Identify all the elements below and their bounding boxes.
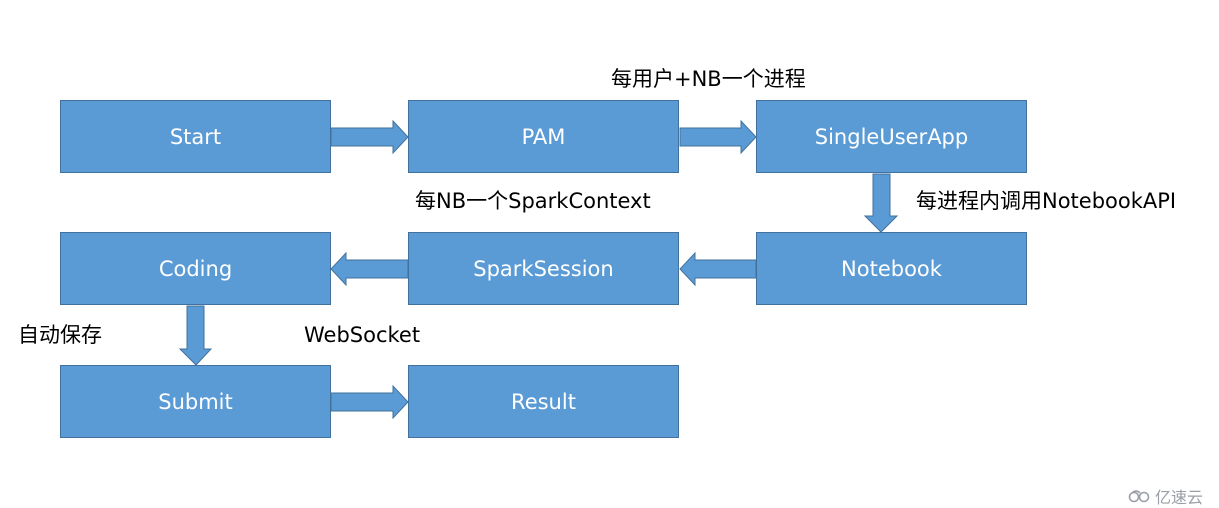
node-single-user-app-label: SingleUserApp [814,124,969,149]
edge-label-websocket: WebSocket [304,323,421,347]
node-single-user-app: SingleUserApp [756,100,1027,173]
node-spark-session: SparkSession [408,232,679,305]
edge-label-per-nb-spark-context: 每NB一个SparkContext [415,189,651,213]
watermark: 亿速云 [1128,484,1203,508]
node-submit-label: Submit [158,389,233,414]
node-start-label: Start [169,124,222,149]
arrow-singleuserapp-to-notebook [863,173,899,233]
node-submit: Submit [60,365,331,438]
arrow-start-to-pam [330,119,409,155]
node-pam-label: PAM [521,124,566,149]
edge-label-per-user-nb-process: 每用户+NB一个进程 [611,67,806,91]
edge-label-auto-save: 自动保存 [18,323,102,347]
node-coding: Coding [60,232,331,305]
node-notebook: Notebook [756,232,1027,305]
arrow-sparksession-to-coding [330,251,409,287]
node-notebook-label: Notebook [841,256,942,281]
edge-label-per-process-notebook-api: 每进程内调用NotebookAPI [916,189,1177,213]
node-result: Result [408,365,679,438]
arrow-submit-to-result [330,384,409,420]
arrow-pam-to-singleuserapp [679,119,757,155]
arrow-coding-to-submit [178,305,213,366]
watermark-text: 亿速云 [1155,488,1204,507]
node-spark-session-label: SparkSession [473,256,614,281]
arrow-notebook-to-sparksession [679,251,757,287]
node-result-label: Result [511,389,576,414]
node-coding-label: Coding [158,256,233,281]
node-pam: PAM [408,100,679,173]
node-start: Start [60,100,331,173]
cloud-logo-icon [1128,490,1150,503]
